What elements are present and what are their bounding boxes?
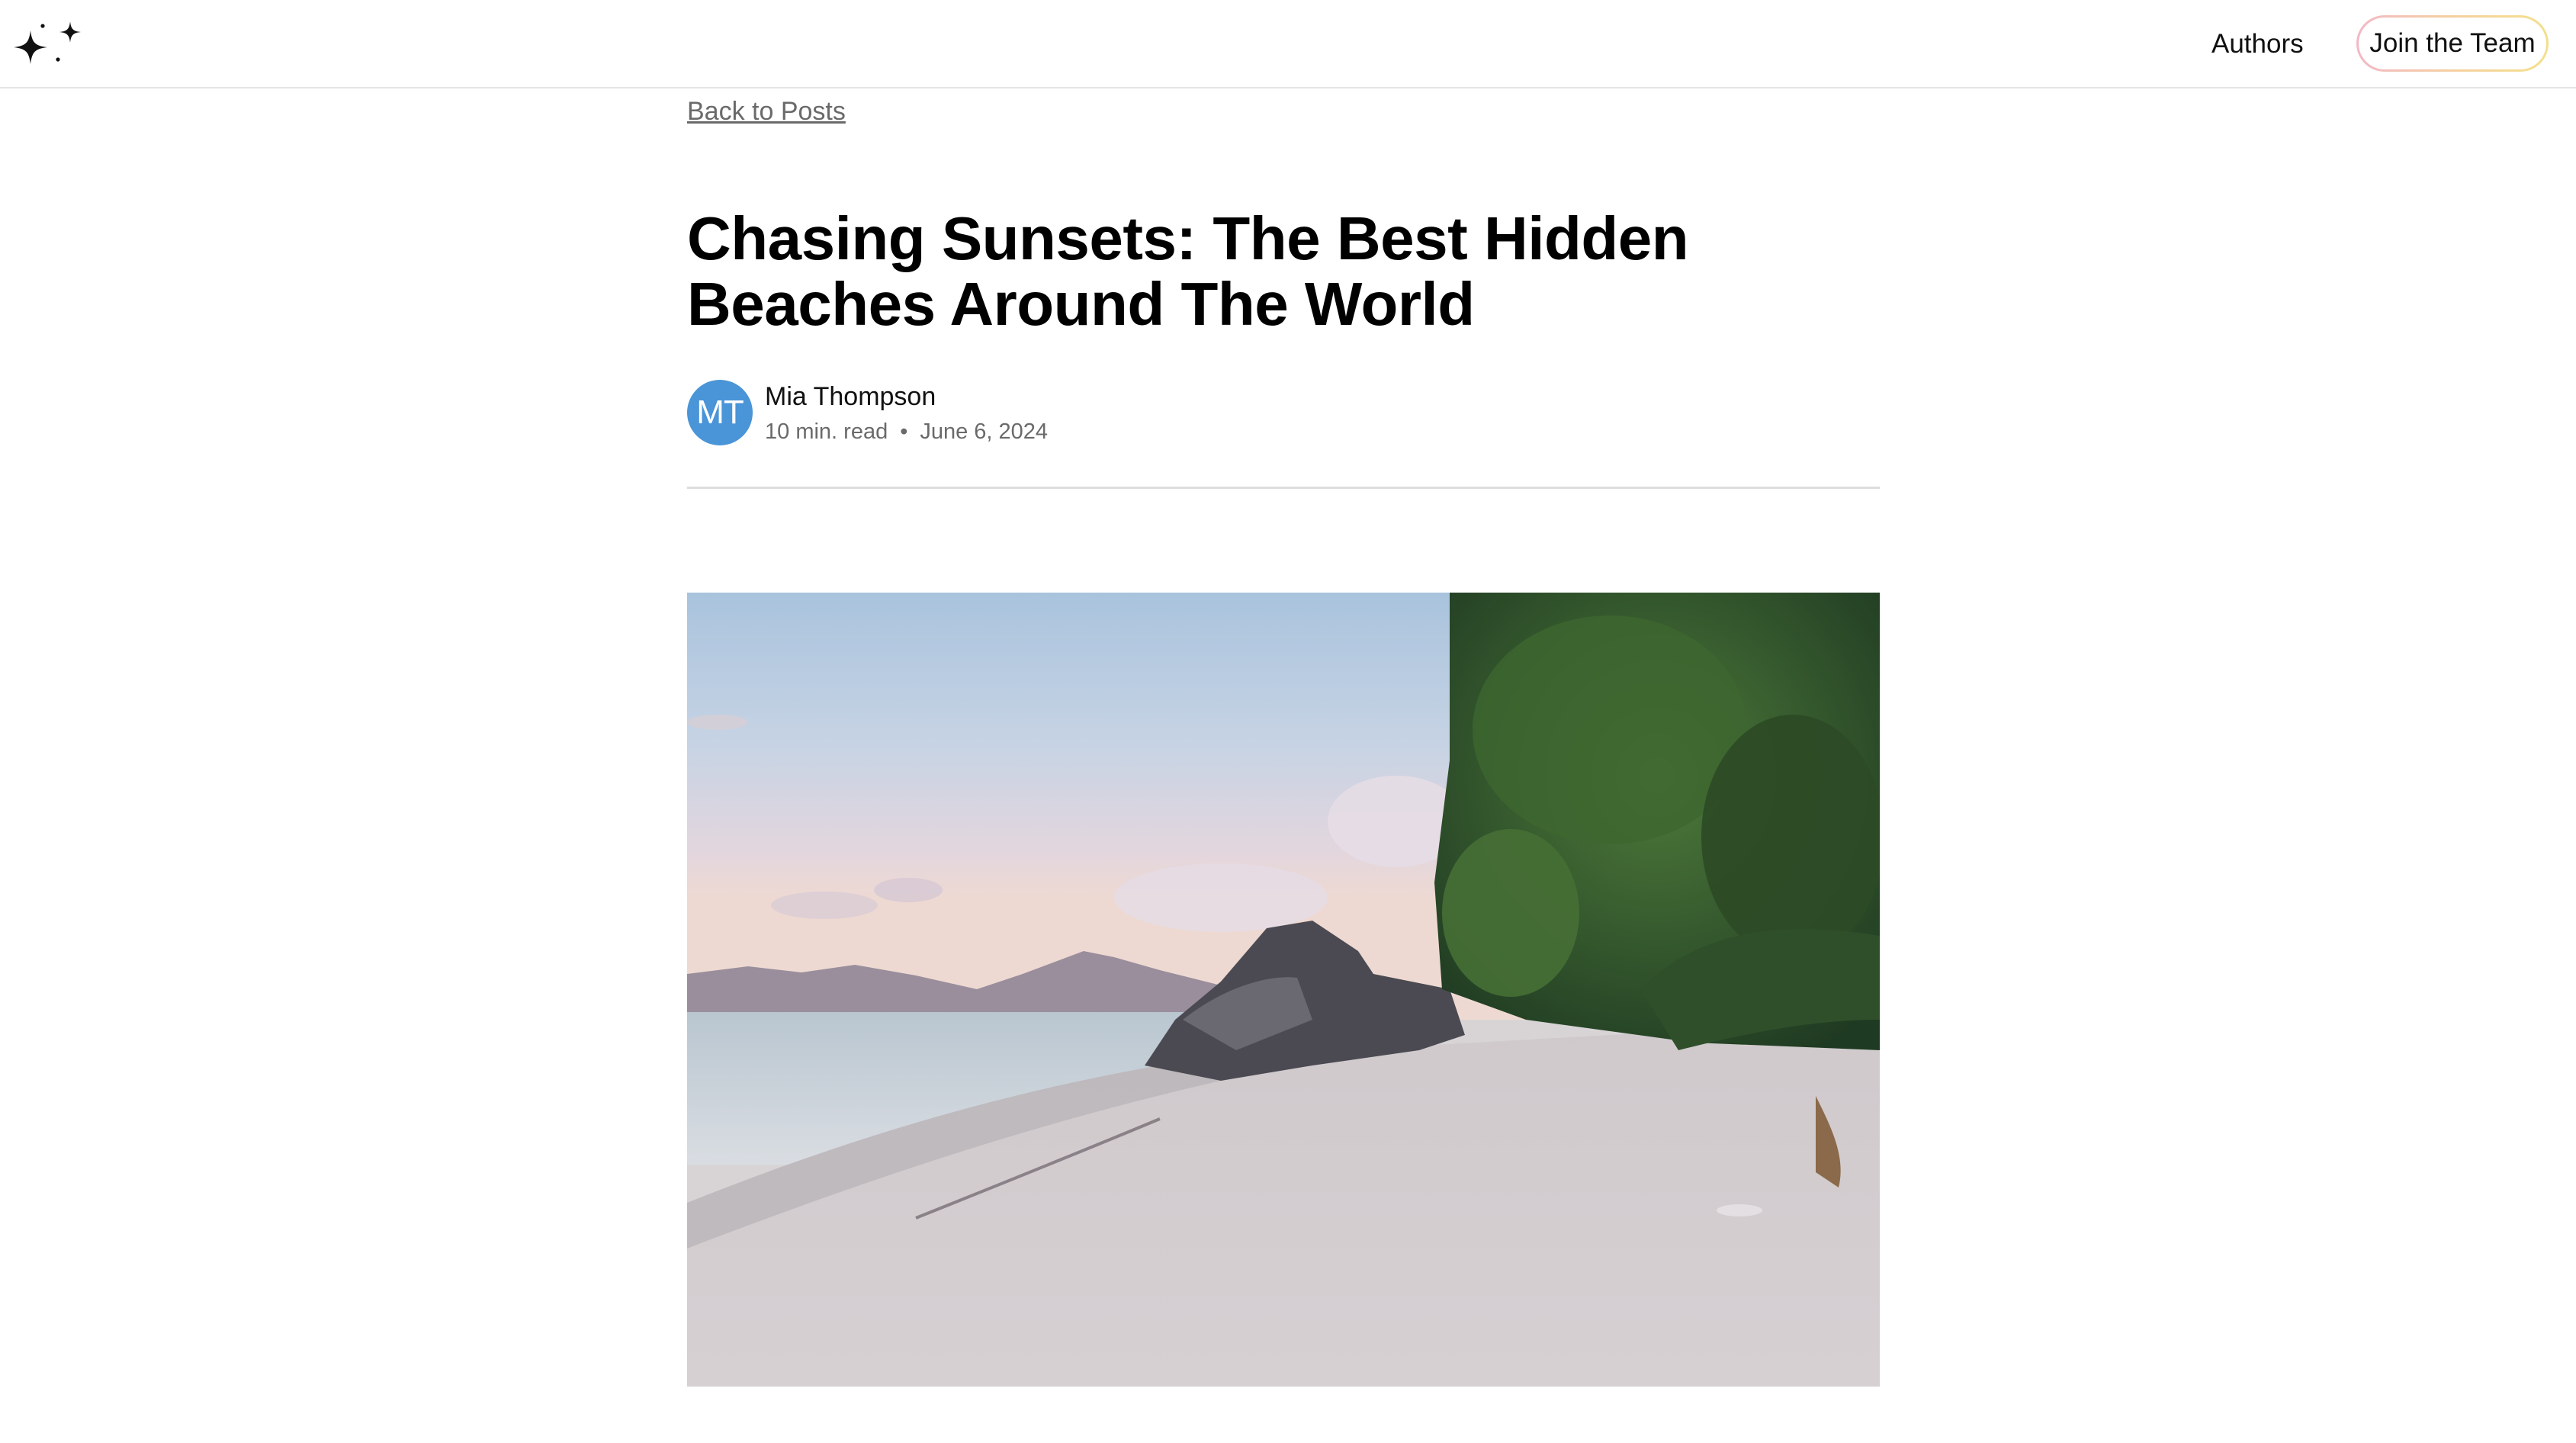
header-divider	[687, 487, 1880, 489]
post-title: Chasing Sunsets: The Best Hidden Beaches…	[687, 204, 1689, 338]
publish-date: June 6, 2024	[920, 419, 1049, 444]
post-meta: 10 min. read • June 6, 2024	[765, 418, 1048, 445]
author-name[interactable]: Mia Thompson	[765, 381, 936, 413]
nav-authors-link[interactable]: Authors	[2211, 24, 2304, 64]
read-time: 10 min. read	[765, 419, 888, 444]
meta-separator: •	[900, 419, 908, 444]
sparkles-icon[interactable]	[14, 17, 87, 70]
author-avatar[interactable]: MT	[687, 380, 753, 445]
join-the-team-label: Join the Team	[2359, 18, 2546, 69]
hero-image	[687, 593, 1880, 1387]
join-the-team-button[interactable]: Join the Team	[2356, 15, 2549, 72]
top-navigation-bar: Authors Join the Team	[0, 0, 2576, 88]
back-to-posts-link[interactable]: Back to Posts	[687, 95, 846, 128]
